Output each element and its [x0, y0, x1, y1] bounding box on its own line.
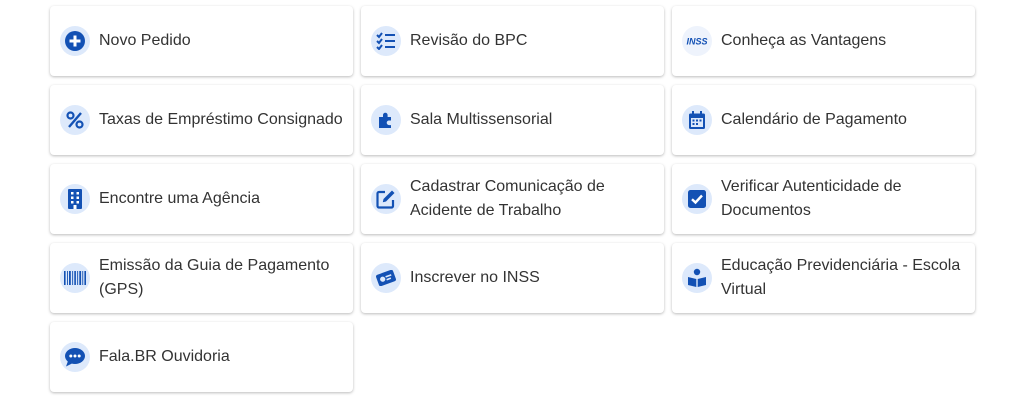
- card-label: Emissão da Guia de Pagamento (GPS): [99, 257, 330, 298]
- card-label: Encontre uma Agência: [99, 190, 260, 207]
- card-novo-pedido[interactable]: Novo Pedido: [50, 6, 353, 76]
- card-label: Verificar Autenticidade de Documentos: [721, 178, 902, 219]
- card-emissao-gps[interactable]: Emissão da Guia de Pagamento (GPS): [50, 243, 353, 313]
- edit-icon: [371, 184, 401, 214]
- card-label: Conheça as Vantagens: [721, 32, 887, 49]
- reading-person-icon: [682, 263, 712, 293]
- id-card-icon: [371, 263, 401, 293]
- card-cadastrar-cat[interactable]: Cadastrar Comunicação de Acidente de Tra…: [361, 164, 664, 234]
- card-educacao-previdenciaria[interactable]: Educação Previdenciária - Escola Virtual: [672, 243, 975, 313]
- barcode-icon: [60, 263, 90, 293]
- card-taxas-emprestimo[interactable]: Taxas de Empréstimo Consignado: [50, 85, 353, 155]
- card-label: Revisão do BPC: [410, 32, 528, 49]
- card-fala-br-ouvidoria[interactable]: Fala.BR Ouvidoria: [50, 322, 353, 392]
- chat-bubble-icon: [60, 342, 90, 372]
- calendar-icon: [682, 105, 712, 135]
- svg-text:INSS: INSS: [686, 37, 707, 47]
- card-label: Fala.BR Ouvidoria: [99, 348, 230, 365]
- building-icon: [60, 184, 90, 214]
- services-grid: Novo Pedido Revisão do BPC INSS Conheça …: [0, 0, 1024, 402]
- card-label: Educação Previdenciária - Escola Virtual: [721, 257, 961, 298]
- plus-circle-icon: [60, 26, 90, 56]
- card-label: Calendário de Pagamento: [721, 111, 907, 128]
- card-inscrever-inss[interactable]: Inscrever no INSS: [361, 243, 664, 313]
- card-sala-multissensorial[interactable]: Sala Multissensorial: [361, 85, 664, 155]
- check-square-icon: [682, 184, 712, 214]
- card-label: Novo Pedido: [99, 32, 191, 49]
- checklist-icon: [371, 26, 401, 56]
- card-label: Cadastrar Comunicação de Acidente de Tra…: [410, 178, 605, 219]
- puzzle-icon: [371, 105, 401, 135]
- card-calendario-pagamento[interactable]: Calendário de Pagamento: [672, 85, 975, 155]
- card-conheca-vantagens[interactable]: INSS Conheça as Vantagens: [672, 6, 975, 76]
- card-label: Taxas de Empréstimo Consignado: [99, 111, 343, 128]
- card-encontre-agencia[interactable]: Encontre uma Agência: [50, 164, 353, 234]
- card-label: Inscrever no INSS: [410, 269, 540, 286]
- inss-logo-icon: INSS: [682, 26, 712, 56]
- card-label: Sala Multissensorial: [410, 111, 553, 128]
- card-revisao-bpc[interactable]: Revisão do BPC: [361, 6, 664, 76]
- percent-icon: [60, 105, 90, 135]
- card-verificar-autenticidade[interactable]: Verificar Autenticidade de Documentos: [672, 164, 975, 234]
